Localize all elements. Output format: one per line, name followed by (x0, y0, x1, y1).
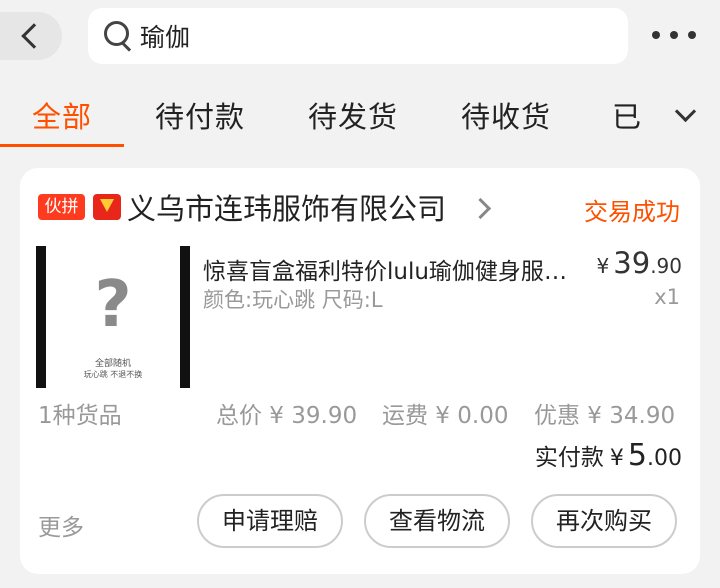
search-icon (104, 21, 134, 52)
chevron-right-icon[interactable] (469, 197, 492, 220)
order-summary: 1种货品 总价 ¥ 39.90 运费 ¥ 0.00 优惠 ¥ 34.90 (20, 394, 700, 430)
image-caption: 玩心跳 不退不换 (83, 370, 143, 379)
order-tabs: 全部 待付款 待发货 待收货 已 (0, 78, 720, 148)
search-query: 瑜伽 (140, 23, 191, 52)
more-dots-icon (652, 31, 660, 39)
more-link[interactable]: 更多 (38, 508, 84, 542)
shop-name[interactable]: 义乌市连玮服饰有限公司 (127, 186, 446, 228)
product-price: ¥39.90 (596, 246, 682, 280)
apply-claim-button[interactable]: 申请理赔 (197, 494, 343, 548)
order-status: 交易成功 (584, 198, 680, 226)
tab-pending-receipt[interactable]: 待收货 (461, 94, 551, 136)
tab-all[interactable]: 全部 (32, 94, 92, 136)
tab-pending-payment[interactable]: 待付款 (155, 94, 245, 136)
discount: 优惠 ¥ 34.90 (534, 403, 676, 429)
back-button[interactable] (0, 12, 62, 60)
shipping-fee: 运费 ¥ 0.00 (382, 403, 509, 429)
search-box[interactable]: 瑜伽 (88, 8, 628, 64)
buy-again-button[interactable]: 再次购买 (531, 494, 677, 548)
product-title[interactable]: 惊喜盲盒福利特价lulu瑜伽健身服套装 (203, 252, 573, 286)
product-sku: 颜色:玩心跳 尺码:L (203, 288, 383, 312)
view-logistics-button[interactable]: 查看物流 (364, 494, 510, 548)
top-bar: 瑜伽 (0, 0, 720, 78)
item-count: 1种货品 (38, 403, 122, 429)
product-image[interactable]: ? 全部随机 玩心跳 不退不换 (36, 246, 190, 388)
shop-header[interactable]: 伙拼 义乌市连玮服饰有限公司 交易成功 (20, 186, 700, 230)
shop-logo-icon (93, 194, 121, 220)
question-mark-icon: ? (94, 268, 132, 342)
active-tab-indicator (0, 144, 124, 147)
amount-paid: 实付款 ¥5.00 (534, 438, 682, 473)
tab-more-partial[interactable]: 已 (612, 100, 642, 134)
image-caption: 全部随机 (94, 359, 131, 369)
more-options-button[interactable] (652, 25, 696, 45)
chevron-left-icon (21, 23, 47, 49)
group-buy-badge: 伙拼 (38, 194, 85, 220)
product-quantity: x1 (654, 285, 680, 309)
order-card[interactable]: 伙拼 义乌市连玮服饰有限公司 交易成功 ? 全部随机 玩心跳 不退不换 惊喜盲盒… (20, 168, 700, 574)
total-price: 总价 ¥ 39.90 (216, 403, 358, 429)
tab-pending-shipment[interactable]: 待发货 (308, 94, 398, 136)
